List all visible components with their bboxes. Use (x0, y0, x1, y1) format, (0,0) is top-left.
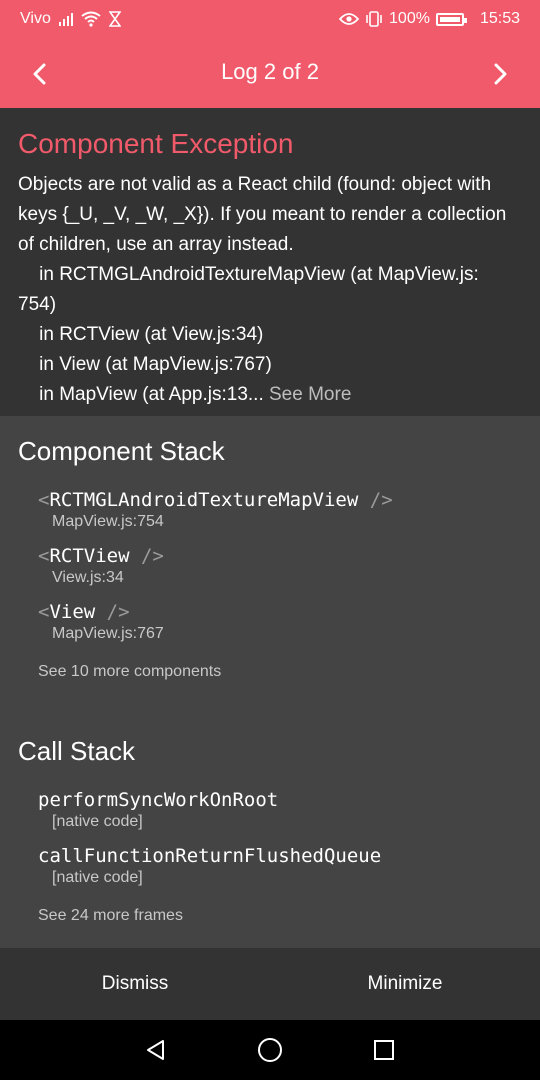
clock: 15:53 (479, 10, 520, 27)
call-frame-location: [native code] (52, 869, 143, 886)
component-frame[interactable]: <RCTView /> View.js:34 (38, 545, 522, 587)
component-frame-name-row: <View /> (38, 601, 522, 623)
call-frame[interactable]: performSyncWorkOnRoot [native code] (38, 789, 522, 831)
hourglass-icon (108, 11, 121, 27)
battery-icon (435, 12, 467, 26)
component-location: View.js:34 (52, 569, 124, 586)
component-name: View (49, 601, 96, 623)
back-icon[interactable] (144, 1038, 168, 1062)
carrier-label: Vivo (20, 10, 51, 27)
close-tag: /> (95, 601, 130, 623)
battery-percent: 100% (389, 10, 430, 27)
dismiss-button[interactable]: Dismiss (0, 948, 270, 1020)
component-frame-name-row: <RCTView /> (38, 545, 522, 567)
exception-panel: Component Exception Objects are not vali… (0, 108, 540, 416)
wifi-icon (81, 11, 101, 27)
minimize-button[interactable]: Minimize (270, 948, 540, 1020)
open-tag: < (38, 601, 50, 623)
log-header: Log 2 of 2 (0, 38, 540, 108)
home-icon[interactable] (257, 1037, 283, 1063)
vibrate-icon (366, 11, 382, 27)
component-location: MapView.js:767 (52, 625, 164, 642)
component-name: RCTView (49, 545, 130, 567)
exception-message: Objects are not valid as a React child (… (18, 170, 522, 410)
call-frame-name: callFunctionReturnFlushedQueue (38, 845, 382, 867)
close-tag: /> (358, 489, 393, 511)
system-nav-bar (0, 1020, 540, 1080)
component-frame-name-row: <RCTMGLAndroidTextureMapView /> (38, 489, 522, 511)
status-bar: Vivo 100% 15:53 (0, 0, 540, 38)
log-title: Log 2 of 2 (221, 59, 319, 84)
component-frame[interactable]: <RCTMGLAndroidTextureMapView /> MapView.… (38, 489, 522, 531)
call-frame[interactable]: callFunctionReturnFlushedQueue [native c… (38, 845, 522, 887)
exception-title: Component Exception (18, 128, 294, 159)
chevron-right-icon (494, 63, 507, 85)
open-tag: < (38, 545, 50, 567)
component-stack-section: Component Stack <RCTMGLAndroidTextureMap… (0, 436, 540, 681)
footer-bar: Dismiss Minimize (0, 948, 540, 1020)
see-more-frames-link[interactable]: See 24 more frames (38, 907, 522, 925)
open-tag: < (38, 489, 50, 511)
signal-icon (58, 12, 73, 26)
exception-message-text: Objects are not valid as a React child (… (18, 174, 507, 405)
next-log-button[interactable] (478, 52, 522, 96)
call-frame-location: [native code] (52, 813, 143, 830)
close-tag: /> (129, 545, 164, 567)
eye-icon (339, 13, 360, 25)
component-stack-title: Component Stack (18, 436, 225, 466)
see-more-components-link[interactable]: See 10 more components (38, 663, 522, 681)
call-stack-section: Call Stack performSyncWorkOnRoot [native… (0, 736, 540, 925)
component-location: MapView.js:754 (52, 513, 164, 530)
call-stack-title: Call Stack (18, 736, 136, 766)
call-frame-name: performSyncWorkOnRoot (38, 789, 279, 811)
component-frame[interactable]: <View /> MapView.js:767 (38, 601, 522, 643)
see-more-link[interactable]: See More (264, 384, 351, 405)
recents-icon[interactable] (372, 1038, 396, 1062)
component-name: RCTMGLAndroidTextureMapView (49, 489, 359, 511)
